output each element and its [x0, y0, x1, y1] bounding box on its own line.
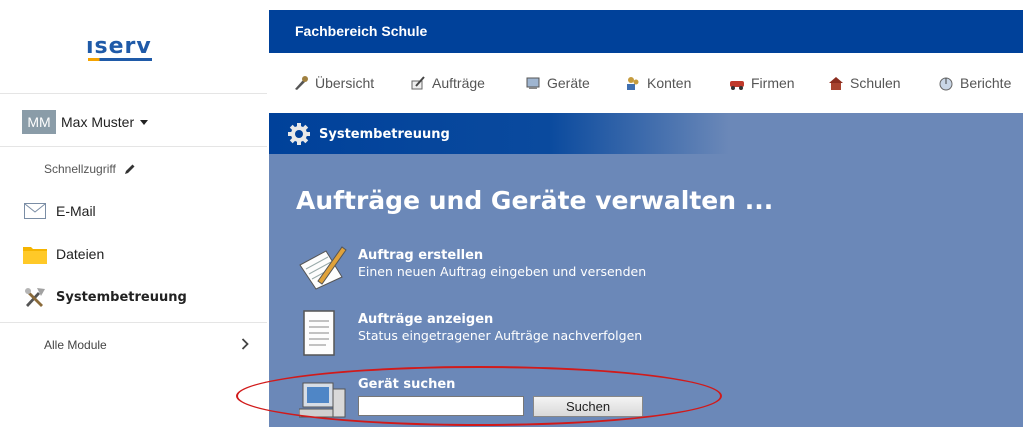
systembetreuung-panel: Systembetreuung Aufträge und Geräte verw… [269, 113, 1023, 427]
menu-item-devices[interactable]: Geräte [525, 75, 590, 91]
divider [0, 93, 267, 94]
menu-item-label: Schulen [850, 75, 901, 91]
header-title: Fachbereich Schule [295, 23, 428, 39]
menu-item-schools[interactable]: Schulen [828, 75, 901, 91]
entry-title[interactable]: Aufträge anzeigen [358, 312, 642, 327]
menu-item-label: Firmen [751, 75, 795, 91]
menu-item-label: Aufträge [432, 75, 485, 91]
top-header-bar: Fachbereich Schule [269, 10, 1023, 53]
entry-title: Gerät suchen [358, 377, 456, 392]
sidebar-item-files[interactable]: Dateien [22, 243, 104, 265]
menu-item-companies[interactable]: Firmen [729, 75, 795, 91]
pencil-icon[interactable] [124, 163, 136, 175]
menu-item-reports[interactable]: Berichte [938, 75, 1011, 91]
orders-icon [411, 76, 425, 90]
menu-item-label: Konten [647, 75, 692, 91]
folder-icon [22, 243, 48, 265]
caret-down-icon [140, 119, 149, 125]
schools-icon [829, 77, 843, 90]
menu-item-label: Geräte [547, 75, 590, 91]
module-menu: Übersicht Aufträge Geräte Konten Firmen … [269, 53, 1023, 106]
panel-header: Systembetreuung [269, 113, 1023, 154]
search-button[interactable]: Suchen [533, 396, 643, 417]
iserv-logo[interactable]: ıserv [86, 34, 152, 61]
sidebar-item-label: E-Mail [56, 203, 96, 219]
user-name: Max Muster [61, 114, 135, 130]
computer-icon[interactable] [299, 379, 347, 421]
divider [0, 322, 267, 323]
sidebar-item-email[interactable]: E-Mail [22, 200, 96, 222]
companies-icon [730, 81, 744, 90]
page-heading: Aufträge und Geräte verwalten ... [296, 186, 774, 215]
menu-item-label: Berichte [960, 75, 1012, 91]
divider [0, 146, 267, 147]
entry-device-search: Gerät suchen [358, 377, 455, 392]
logo-text: ıserv [86, 34, 152, 59]
menu-item-accounts[interactable]: Konten [625, 75, 691, 91]
user-menu[interactable]: MM Max Muster [22, 110, 149, 134]
chevron-right-icon [241, 338, 249, 350]
quick-access[interactable]: Schnellzugriff [44, 162, 136, 176]
reports-icon [939, 77, 953, 91]
document-icon[interactable] [302, 309, 338, 359]
entry-show-orders[interactable]: Aufträge anzeigen Status eingetragener A… [358, 312, 642, 343]
gear-icon [288, 123, 310, 145]
sidebar-item-systembetreuung[interactable]: Systembetreuung [22, 286, 187, 308]
tools-icon [22, 286, 48, 308]
sidebar-item-label: Dateien [56, 246, 105, 262]
logo-underline [88, 58, 152, 61]
panel-title: Systembetreuung [319, 127, 450, 142]
entry-description: Einen neuen Auftrag eingeben und versend… [358, 264, 647, 279]
menu-item-label: Übersicht [315, 75, 375, 91]
menu-item-overview[interactable]: Übersicht [293, 75, 374, 91]
entry-description: Status eingetragener Aufträge nachverfol… [358, 328, 643, 343]
devices-icon [526, 77, 540, 89]
envelope-icon [22, 200, 48, 222]
notepad-pencil-icon[interactable] [296, 243, 348, 291]
all-modules-label: Alle Module [44, 338, 107, 352]
sidebar-item-label: Systembetreuung [56, 289, 187, 305]
accounts-icon [627, 77, 639, 90]
menu-item-orders[interactable]: Aufträge [410, 75, 485, 91]
sidebar: ıserv MM Max Muster Schnellzugriff E-Mai… [0, 0, 267, 427]
avatar: MM [22, 110, 56, 134]
entry-title[interactable]: Auftrag erstellen [358, 248, 646, 263]
overview-icon [295, 76, 308, 90]
all-modules-link[interactable]: Alle Module [44, 338, 249, 352]
entry-create-order[interactable]: Auftrag erstellen Einen neuen Auftrag ei… [358, 248, 646, 279]
device-search-input[interactable] [358, 396, 524, 416]
quick-access-label: Schnellzugriff [44, 162, 116, 176]
